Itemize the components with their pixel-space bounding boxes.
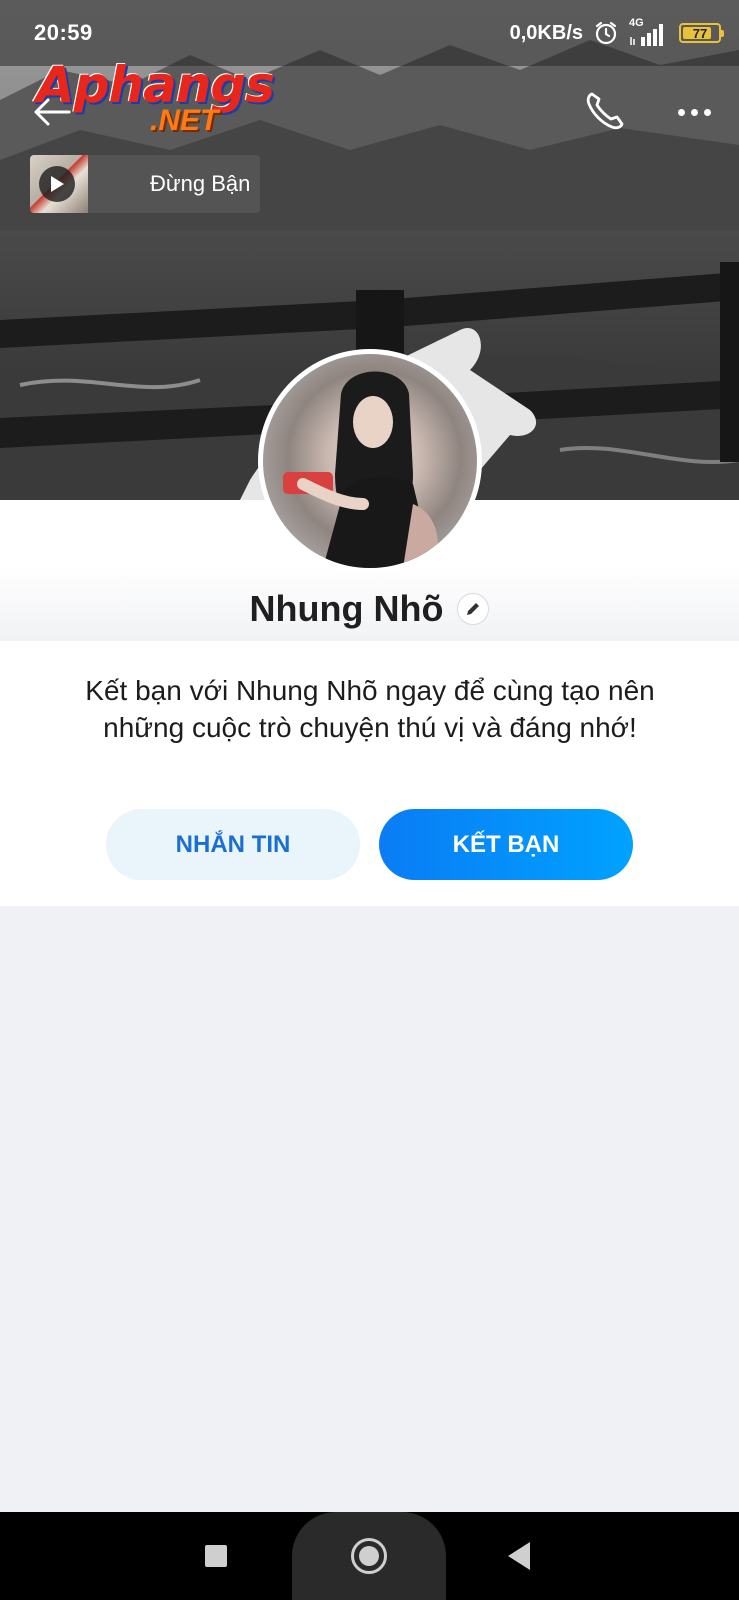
friend-intro-text: Kết bạn với Nhung Nhõ ngay để cùng tạo n… bbox=[85, 675, 655, 743]
back-triangle-icon[interactable] bbox=[508, 1542, 530, 1570]
call-button[interactable] bbox=[582, 88, 628, 134]
avatar[interactable] bbox=[258, 349, 482, 573]
play-triangle bbox=[51, 176, 64, 192]
message-button[interactable]: NHẮN TIN bbox=[106, 809, 360, 880]
network-speed: 0,0KB/s bbox=[509, 21, 583, 44]
phone-icon bbox=[586, 92, 624, 130]
add-friend-button[interactable]: KẾT BẠN bbox=[379, 809, 633, 880]
recents-square-icon[interactable] bbox=[205, 1545, 227, 1567]
more-dots-icon bbox=[703, 108, 711, 116]
alarm-icon bbox=[595, 21, 617, 45]
play-icon[interactable] bbox=[39, 166, 75, 202]
pencil-icon[interactable] bbox=[457, 593, 490, 625]
profile-name: Nhung Nhõ bbox=[249, 588, 444, 629]
battery-level: 77 bbox=[692, 25, 708, 41]
avatar-photo bbox=[263, 354, 477, 568]
avatar-illustration bbox=[283, 371, 438, 568]
back-button[interactable] bbox=[30, 90, 74, 134]
watermark-brand-suffix: .NET bbox=[150, 104, 219, 137]
music-thumbnail bbox=[30, 155, 88, 213]
home-circle-inner bbox=[359, 1546, 379, 1566]
more-dots-icon bbox=[677, 108, 685, 116]
status-icons: 0,0KB/s 4G 77 bbox=[509, 17, 724, 48]
status-time: 20:59 bbox=[34, 20, 93, 45]
more-options-button[interactable] bbox=[672, 92, 716, 132]
battery-icon: 77 bbox=[679, 23, 724, 43]
pencil-glyph bbox=[467, 603, 480, 615]
profile-music-chip[interactable]: Đừng Bận bbox=[30, 155, 260, 213]
music-title: Đừng Bận bbox=[150, 171, 251, 196]
profile-screen: 20:59 0,0KB/s 4G 77 Aphangs .NET Đừng Bậ… bbox=[0, 0, 739, 1600]
home-circle-icon[interactable] bbox=[351, 1538, 387, 1574]
back-arrow-icon bbox=[34, 98, 71, 126]
signal-bars-icon bbox=[630, 24, 663, 46]
more-dots-icon bbox=[690, 108, 698, 116]
profile-name-row: Nhung Nhõ bbox=[0, 588, 739, 630]
signal-icon: 4G bbox=[629, 17, 669, 47]
